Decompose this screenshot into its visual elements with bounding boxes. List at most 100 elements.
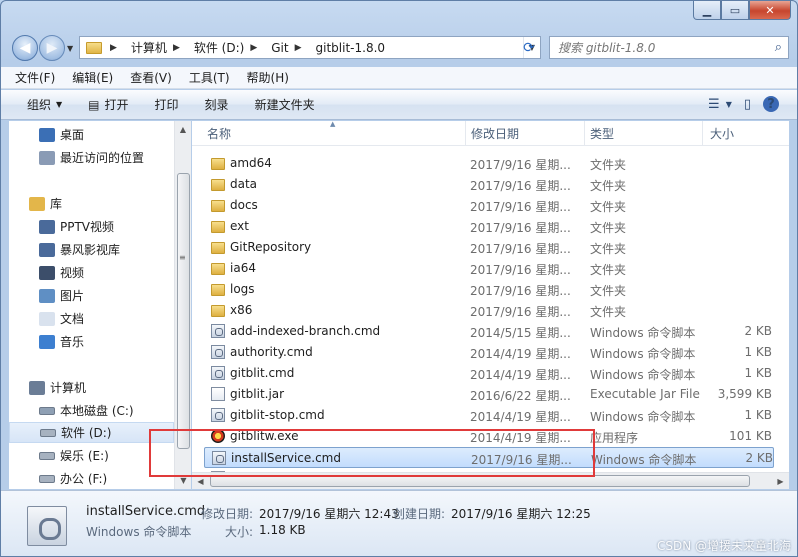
- file-row[interactable]: gitblit-stop.cmd 2014/4/19 星期... Windows 命…: [204, 405, 774, 426]
- file-row[interactable]: docs 2017/9/16 星期... 文件夹: [204, 195, 774, 216]
- view-dropdown-icon[interactable]: ▼: [726, 100, 732, 109]
- column-size[interactable]: 大小: [703, 121, 789, 146]
- view-controls: ☰ ▼ ▯ ?: [696, 96, 779, 112]
- nav-item[interactable]: 文档: [9, 308, 174, 329]
- nav-item[interactable]: 最近访问的位置: [9, 147, 174, 168]
- maximize-icon[interactable]: ▭: [721, 1, 749, 20]
- details-file-name: installService.cmd: [86, 504, 206, 519]
- breadcrumb-arrow[interactable]: ▶: [106, 37, 127, 58]
- nav-item[interactable]: PPTV视频: [9, 216, 174, 237]
- menu-file[interactable]: 文件(F): [15, 69, 55, 86]
- file-row[interactable]: add-indexed-branch.cmd 2014/5/15 星期... Win…: [204, 321, 774, 342]
- new-folder-button[interactable]: 新建文件夹: [255, 96, 315, 113]
- nav-scrollbar[interactable]: ▲ ≡ ▼: [174, 121, 191, 489]
- scroll-left-icon[interactable]: ◀: [192, 473, 209, 490]
- file-row[interactable]: x86 2017/9/16 星期... 文件夹: [204, 300, 774, 321]
- file-type: Executable Jar File: [590, 387, 700, 401]
- view-options-icon[interactable]: ☰: [708, 97, 720, 112]
- file-row[interactable]: amd64 2017/9/16 星期... 文件夹: [204, 153, 774, 174]
- menu-edit[interactable]: 编辑(E): [72, 69, 113, 86]
- file-row[interactable]: gitblitw.exe 2014/4/19 星期... 应用程序 101 KB: [204, 426, 774, 447]
- burn-button[interactable]: 刻录: [205, 96, 229, 113]
- nav-item-label: 桌面: [60, 128, 85, 142]
- details-modified-label: 修改日期:: [201, 507, 254, 521]
- nav-item[interactable]: 库: [9, 193, 174, 214]
- nav-item[interactable]: 娱乐 (E:): [9, 445, 174, 466]
- menu-help[interactable]: 帮助(H): [247, 69, 289, 86]
- scroll-right-icon[interactable]: ▶: [772, 473, 789, 490]
- preview-pane-icon[interactable]: ▯: [744, 97, 751, 112]
- folder-icon: [211, 305, 225, 317]
- file-type: 文件夹: [590, 242, 627, 256]
- file-type: 文件夹: [590, 263, 627, 277]
- print-label: 打印: [154, 98, 179, 112]
- library-icon: [29, 196, 45, 211]
- navigation-pane: 桌面最近访问的位置库 PPTV视频暴风影视库视频图片文档 音乐计算机 本地磁盘 (C:…: [9, 121, 174, 489]
- nav-item-label: 视频: [60, 266, 85, 280]
- file-type: 文件夹: [590, 284, 627, 298]
- nav-item-label: PPTV视频: [60, 220, 115, 234]
- recent-places-icon: [39, 150, 55, 165]
- column-type[interactable]: 类型: [583, 121, 703, 146]
- breadcrumb-git[interactable]: Git ▶: [267, 37, 311, 58]
- breadcrumb-gitblit[interactable]: gitblit-1.8.0: [312, 37, 390, 58]
- breadcrumb-computer[interactable]: 计算机 ▶: [127, 37, 190, 58]
- scroll-down-icon[interactable]: ▼: [175, 472, 192, 489]
- close-icon[interactable]: ✕: [749, 1, 791, 20]
- file-row[interactable]: data 2017/9/16 星期... 文件夹: [204, 174, 774, 195]
- file-row[interactable]: GitRepository 2017/9/16 星期... 文件夹: [204, 237, 774, 258]
- file-name: x86: [230, 303, 253, 317]
- file-row[interactable]: logs 2017/9/16 星期... 文件夹: [204, 279, 774, 300]
- file-type: Windows 命令脚本: [590, 368, 696, 382]
- file-row[interactable]: ia64 2017/9/16 星期... 文件夹: [204, 258, 774, 279]
- file-row[interactable]: installService.cmd 2017/9/16 星期... Windows…: [204, 447, 774, 468]
- details-size-label: 大小:: [225, 525, 254, 539]
- nav-item[interactable]: 暴风影视库: [9, 239, 174, 260]
- nav-item[interactable]: 桌面: [9, 124, 174, 145]
- details-file-type: Windows 命令脚本: [86, 525, 192, 539]
- nav-item[interactable]: 音乐: [9, 331, 174, 352]
- file-row[interactable]: ext 2017/9/16 星期... 文件夹: [204, 216, 774, 237]
- history-dropdown-icon[interactable]: ▼: [67, 44, 73, 53]
- nav-item[interactable]: 软件 (D:): [9, 422, 174, 443]
- print-button[interactable]: 打印: [155, 96, 179, 113]
- chevron-right-icon[interactable]: ▶: [173, 43, 180, 53]
- scroll-up-icon[interactable]: ▲: [175, 121, 191, 138]
- arrow-right-icon: ▶: [46, 40, 58, 56]
- breadcrumb-drive-d[interactable]: 软件 (D:) ▶: [190, 37, 267, 58]
- refresh-icon[interactable]: ⟳: [517, 37, 541, 58]
- drive-icon: [40, 428, 56, 437]
- chevron-right-icon[interactable]: ▶: [295, 43, 302, 53]
- nav-item[interactable]: 本地磁盘 (C:): [9, 400, 174, 421]
- file-size: 1 KB: [744, 408, 772, 422]
- file-row[interactable]: authority.cmd 2014/4/19 星期... Windows 命令脚本…: [204, 342, 774, 363]
- search-box[interactable]: ⌕: [549, 36, 789, 59]
- address-bar[interactable]: ▶ 计算机 ▶ 软件 (D:) ▶ Git ▶ gitblit-1.8.0 ▼: [79, 36, 541, 59]
- open-button[interactable]: ▤ 打开: [88, 96, 128, 113]
- nav-item[interactable]: 视频: [9, 262, 174, 283]
- nav-item[interactable]: 办公 (F:): [9, 468, 174, 489]
- organize-button[interactable]: 组织 ▼: [27, 96, 62, 113]
- file-row[interactable]: gitblit.cmd 2014/4/19 星期... Windows 命令脚本 1 …: [204, 363, 774, 384]
- horizontal-scrollbar[interactable]: ◀ ▶: [192, 472, 789, 489]
- minimize-icon[interactable]: ▁: [693, 1, 721, 20]
- menu-view[interactable]: 查看(V): [130, 69, 172, 86]
- back-button[interactable]: ◀: [12, 35, 38, 61]
- video-library-icon: [39, 242, 55, 257]
- nav-item-label: 图片: [60, 289, 85, 303]
- file-row[interactable]: gitblit.jar 2016/6/22 星期... Executable Jar…: [204, 384, 774, 405]
- scroll-thumb[interactable]: [210, 475, 750, 487]
- column-date[interactable]: 修改日期: [464, 121, 585, 146]
- menu-tools[interactable]: 工具(T): [189, 69, 230, 86]
- details-pane: installService.cmd Windows 命令脚本 修改日期: 20…: [1, 490, 797, 556]
- help-icon[interactable]: ?: [763, 96, 779, 112]
- nav-item[interactable]: 计算机: [9, 377, 174, 398]
- scroll-thumb[interactable]: [177, 173, 190, 449]
- search-icon[interactable]: ⌕: [775, 40, 782, 55]
- file-size: 2 KB: [744, 324, 772, 338]
- nav-item[interactable]: 图片: [9, 285, 174, 306]
- forward-button[interactable]: ▶: [39, 35, 65, 61]
- file-type: 文件夹: [590, 158, 627, 172]
- search-input[interactable]: [558, 40, 763, 55]
- chevron-right-icon[interactable]: ▶: [250, 43, 257, 53]
